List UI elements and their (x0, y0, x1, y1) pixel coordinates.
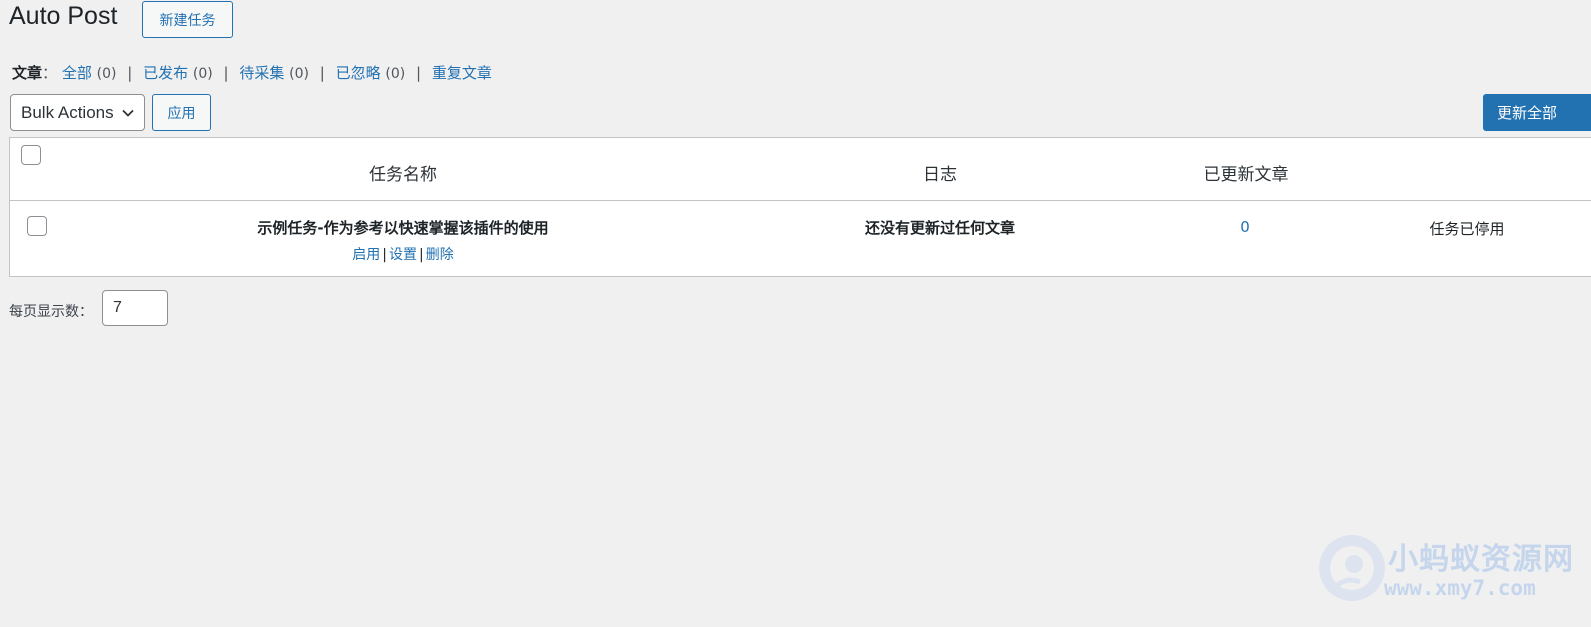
filter-separator: | (223, 64, 229, 82)
bulk-actions-select[interactable]: Bulk Actions (10, 94, 145, 131)
filter-all-link[interactable]: 全部 (62, 64, 92, 82)
page: Auto Post 新建任务 文章： 全部 (0) | 已发布 (0) | 待采… (0, 0, 1591, 627)
new-task-button[interactable]: 新建任务 (142, 1, 233, 38)
column-header-updated-posts: 已更新文章 (1203, 165, 1289, 185)
filter-pending-link[interactable]: 待采集 (239, 64, 284, 82)
select-all-checkbox[interactable] (21, 145, 41, 165)
log-text: 还没有更新过任何文章 (864, 219, 1016, 237)
filter-published-link[interactable]: 已发布 (143, 64, 188, 82)
settings-link[interactable]: 设置 (389, 247, 417, 263)
row-actions: 启用 | 设置 | 删除 (352, 244, 453, 264)
filters-label: 文章 (12, 64, 43, 82)
table-header: 任务名称 日志 已更新文章 (10, 138, 1591, 201)
filter-all-count: (0) (96, 66, 117, 82)
filters-colon: ： (42, 64, 58, 82)
column-header-log: 日志 (923, 165, 957, 185)
filter-ignored-count: (0) (385, 66, 406, 82)
chevron-down-icon (122, 109, 134, 117)
bulk-actions-value: Bulk Actions (21, 102, 114, 122)
post-status-filters: 文章： 全部 (0) | 已发布 (0) | 待采集 (0) | 已忽略 (0)… (12, 62, 492, 83)
enable-link[interactable]: 启用 (352, 247, 380, 263)
task-name[interactable]: 示例任务-作为参考以快速掌握该插件的使用 (257, 217, 548, 238)
per-page-input[interactable] (102, 290, 168, 326)
filter-ignored-link[interactable]: 已忽略 (336, 64, 381, 82)
row-checkbox[interactable] (27, 216, 47, 236)
action-separator: | (419, 247, 424, 263)
tasks-table: 任务名称 日志 已更新文章 示例任务-作为参考以快速掌握该插件的使用 启用 | 设置… (9, 137, 1591, 277)
update-all-button[interactable]: 更新全部 (1483, 94, 1591, 131)
page-title: Auto Post (9, 2, 118, 30)
watermark-logo-icon (1319, 535, 1385, 601)
delete-link[interactable]: 删除 (426, 247, 454, 263)
filter-separator: | (416, 64, 422, 82)
filter-published-count: (0) (192, 66, 213, 82)
task-status: 任务已停用 (1429, 220, 1505, 238)
filter-separator: | (319, 64, 325, 82)
filter-separator: | (127, 64, 133, 82)
column-header-task-name[interactable]: 任务名称 (369, 160, 437, 185)
watermark-url: www.xmy7.com (1384, 576, 1536, 600)
filter-duplicate-link[interactable]: 重复文章 (432, 64, 492, 82)
per-page-label: 每页显示数： (9, 304, 93, 320)
filter-pending-count: (0) (289, 66, 309, 82)
updated-count-link[interactable]: 0 (1240, 218, 1250, 236)
action-separator: | (382, 247, 387, 263)
watermark-title: 小蚂蚁资源网 (1388, 542, 1574, 577)
apply-button[interactable]: 应用 (152, 94, 211, 131)
